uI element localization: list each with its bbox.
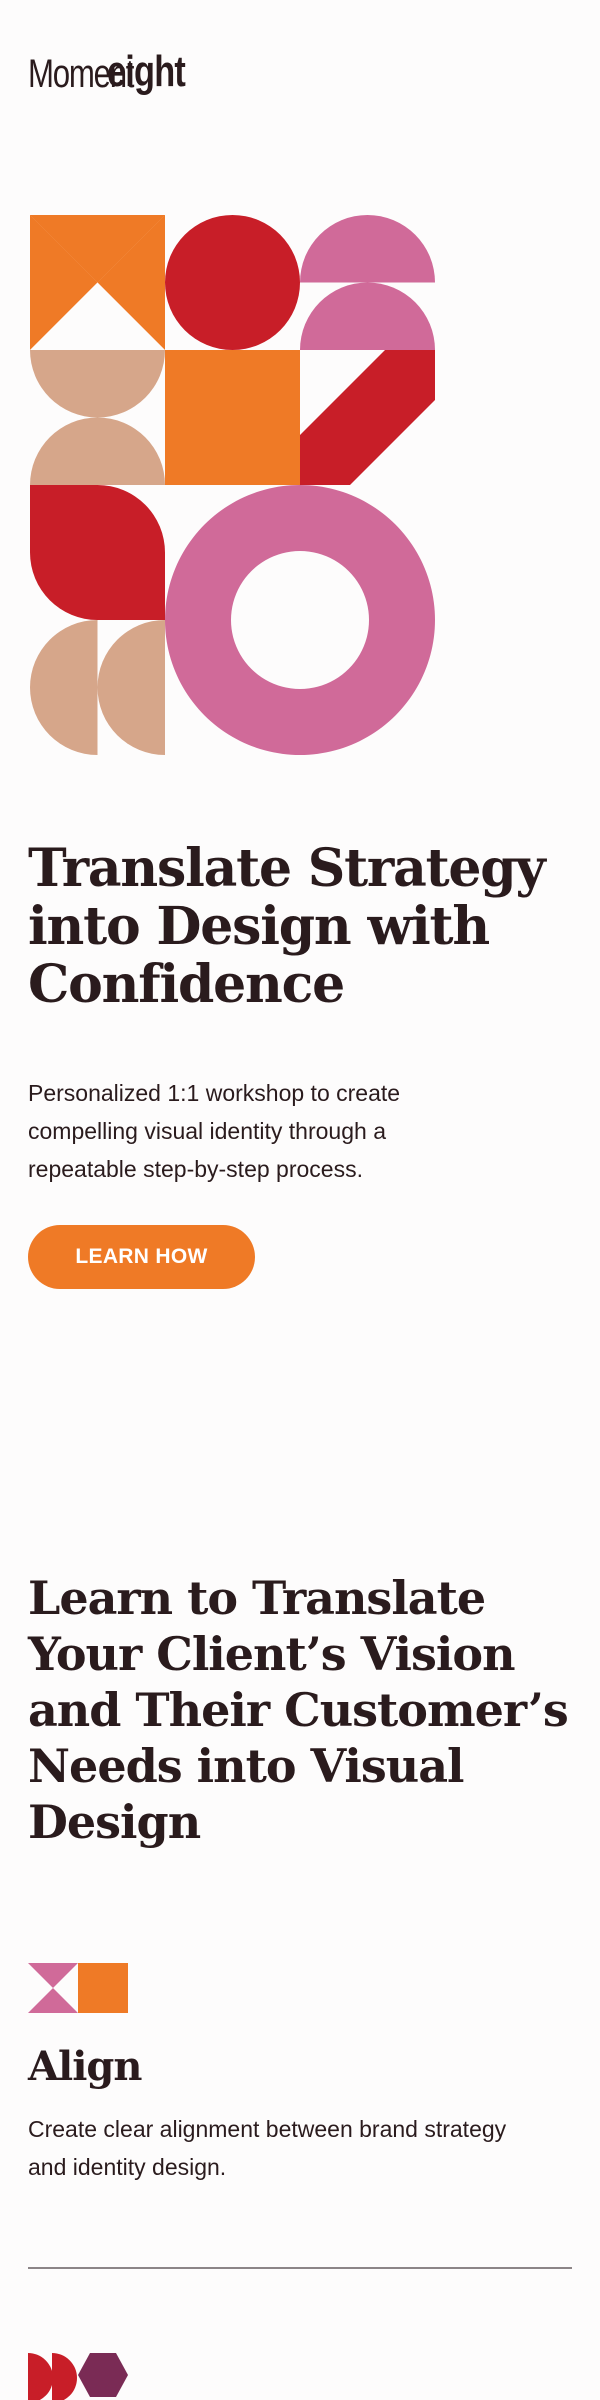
red-parallelogram	[300, 350, 435, 485]
pink-half-circle-top	[300, 215, 435, 283]
pink-ring	[164, 485, 435, 755]
feature-description: Create clear alignment between brand str…	[28, 2116, 507, 2180]
section-title: Learn to Translate Your Client’s Vision …	[28, 1571, 569, 1849]
brand-logo[interactable]: Moment eight	[28, 34, 207, 96]
red-leaf-shape	[30, 485, 165, 620]
tan-half-circle-right	[97, 620, 165, 755]
orange-square	[165, 350, 300, 485]
hero-title: Translate Strategy into Design with Conf…	[28, 838, 546, 1015]
hero-subtitle: Personalized 1:1 workshop to create comp…	[28, 1080, 401, 1182]
section-divider	[28, 2267, 572, 2269]
logo-text-bold: eight	[106, 47, 186, 96]
tan-half-circle-bottom	[30, 417, 165, 485]
align-icon	[28, 1963, 128, 2013]
tan-half-circle-top	[30, 350, 165, 418]
next-feature-icon	[28, 2353, 128, 2400]
feature-title: Align	[28, 2043, 142, 2090]
learn-how-button[interactable]: LEARN HOW	[28, 1225, 255, 1289]
hero-geometric-illustration	[30, 215, 435, 755]
tan-half-circle-left	[30, 620, 98, 755]
pink-half-circle-bottom	[300, 282, 435, 350]
red-circle	[165, 215, 300, 350]
